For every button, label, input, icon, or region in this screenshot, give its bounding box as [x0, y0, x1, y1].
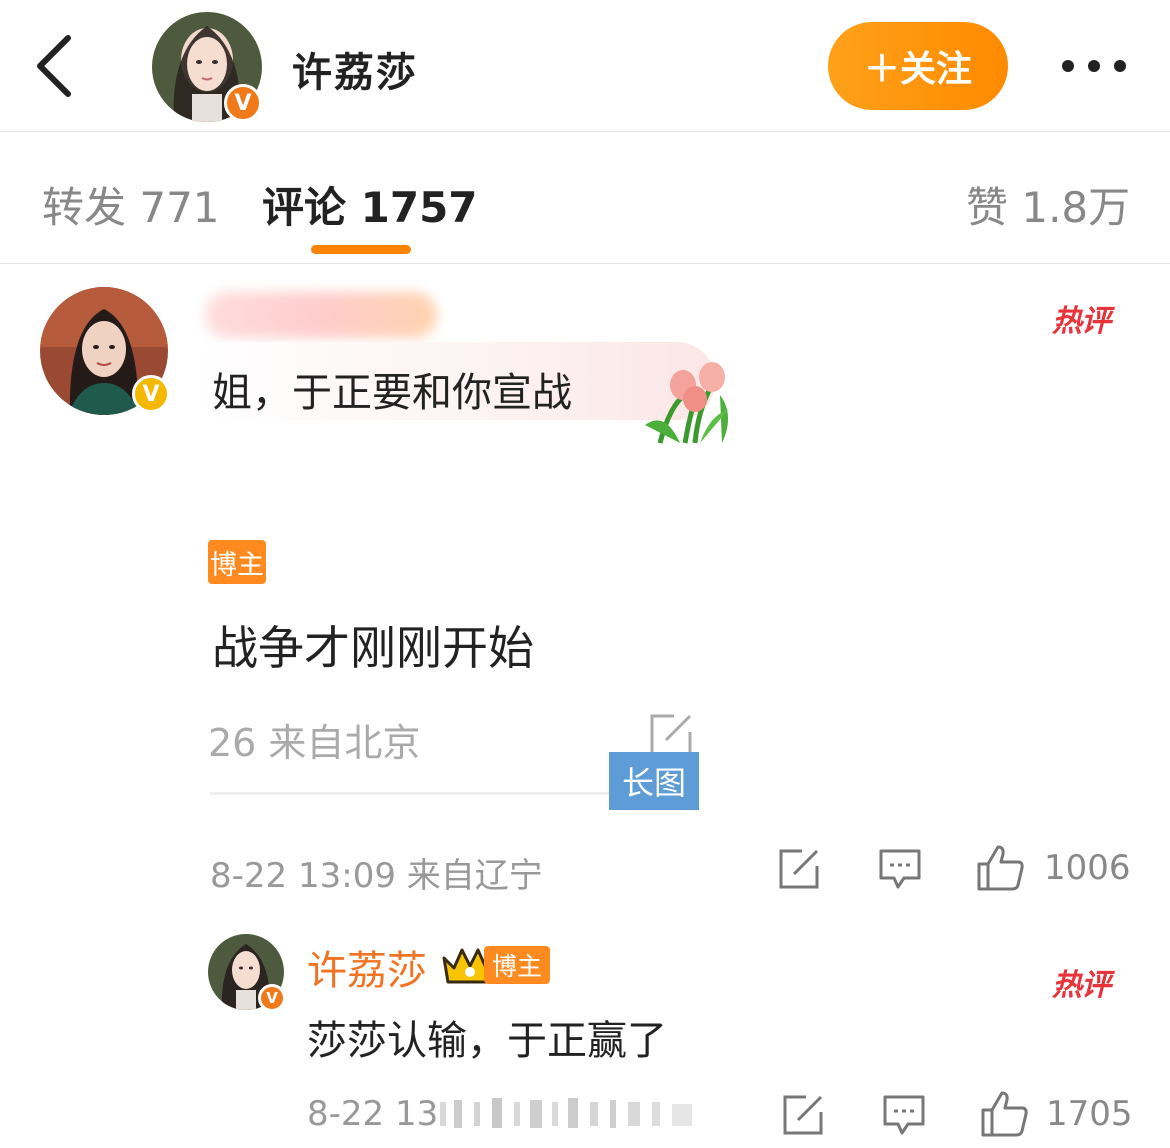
more-button[interactable] — [1058, 56, 1130, 76]
hot-comment-tag: 热评 — [1052, 304, 1111, 339]
verified-badge-icon: V — [224, 84, 262, 122]
comment-meta: 8-22 13:09 来自辽宁 — [210, 856, 543, 896]
header-bar: V 许荔莎 ＋关注 — [0, 0, 1170, 132]
blogger-tag: 博主 — [208, 540, 266, 584]
hot-comment-tag: 热评 — [1052, 968, 1111, 1003]
active-tab-indicator — [311, 245, 411, 254]
page-title: 许荔莎 — [292, 50, 418, 96]
tab-comment[interactable]: 评论 1757 — [262, 174, 478, 235]
commenter-avatar[interactable]: V — [40, 287, 170, 415]
like-count: 1006 — [1044, 848, 1131, 888]
long-image-badge: 长图 — [609, 752, 699, 810]
thumbs-up-icon — [977, 845, 1024, 891]
comment-meta: 8-22 13 — [307, 1094, 439, 1134]
more-dots-icon — [1062, 60, 1126, 72]
divider — [210, 792, 620, 795]
comment-icon — [879, 849, 921, 889]
reply-avatar[interactable]: V — [208, 934, 286, 1012]
share-button[interactable] — [782, 1094, 824, 1136]
quoted-comment-text: 姐，于正要和你宣战 — [212, 370, 572, 416]
comment-icon — [883, 1095, 925, 1135]
blogger-crown-badge: 博主 — [440, 944, 552, 986]
tab-repost[interactable]: 转发 771 — [42, 174, 220, 235]
avatar[interactable]: V — [152, 12, 262, 122]
reply-text: 莎莎认输，于正赢了 — [307, 1018, 667, 1064]
reply-username[interactable]: 许荔莎 — [307, 938, 427, 996]
tulip-sticker-icon — [640, 355, 740, 445]
blurred-username — [205, 292, 437, 338]
embedded-reply-text: 战争才刚刚开始 — [212, 621, 534, 675]
embedded-meta: 26 来自北京 — [208, 721, 421, 765]
verified-badge-icon: V — [258, 984, 286, 1012]
verified-badge-icon: V — [132, 375, 170, 413]
masked-meta — [440, 1098, 710, 1130]
like-count: 1705 — [1046, 1094, 1133, 1134]
tab-bar: 转发 771 评论 1757 赞 1.8万 — [0, 132, 1170, 264]
share-button[interactable] — [778, 848, 820, 890]
chevron-left-icon — [37, 35, 71, 97]
back-button[interactable] — [28, 30, 88, 100]
like-button[interactable] — [980, 1090, 1030, 1138]
tab-like[interactable]: 赞 1.8万 — [966, 174, 1130, 235]
follow-button[interactable]: ＋关注 — [828, 22, 1008, 110]
thumbs-up-icon — [981, 1091, 1028, 1137]
comment-button[interactable] — [878, 848, 922, 890]
share-icon — [779, 849, 819, 889]
comment-button[interactable] — [882, 1094, 926, 1136]
like-button[interactable] — [976, 844, 1026, 892]
blogger-tag: 博主 — [484, 946, 550, 984]
share-icon — [783, 1095, 823, 1135]
